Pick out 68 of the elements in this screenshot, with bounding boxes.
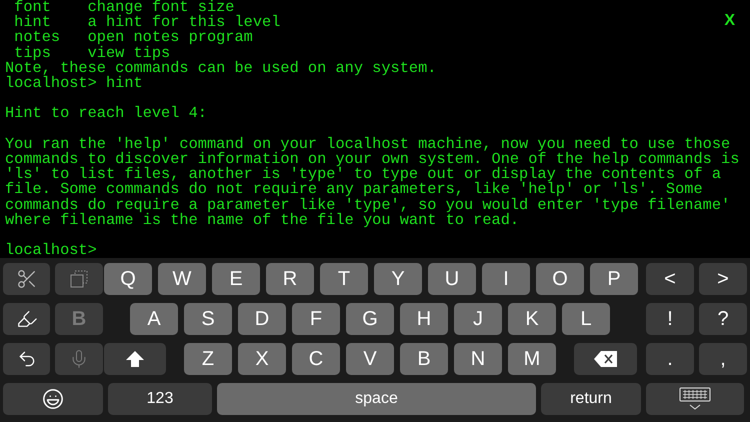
command-name: notes (13, 30, 62, 46)
command-description: change font size (88, 0, 234, 16)
letter-key[interactable]: Y (374, 263, 422, 295)
space-key[interactable]: space (217, 383, 536, 415)
command-description: view tips (88, 46, 170, 61)
letter-key[interactable]: I (482, 263, 530, 295)
terminal-line: localhost> hint (5, 76, 143, 92)
letter-key[interactable]: P (590, 263, 638, 295)
keyboard-key[interactable]: . (646, 343, 694, 375)
letter-key[interactable]: G (346, 303, 394, 335)
letter-key[interactable]: E (212, 263, 260, 295)
keyboard-key[interactable]: 123 (108, 383, 212, 415)
backspace-icon (594, 351, 618, 367)
cut-key[interactable] (3, 263, 50, 295)
letter-key[interactable]: R (266, 263, 314, 295)
letter-key[interactable]: X (238, 343, 286, 375)
letter-key[interactable]: J (454, 303, 502, 335)
terminal-line: file. Some commands do not require any parameters, like 'help' or 'ls'. Some (5, 182, 703, 198)
keyboard-key[interactable]: < (646, 263, 694, 295)
letter-key[interactable]: T (320, 263, 368, 295)
hide-keyboard-key[interactable] (646, 383, 744, 415)
command-name: hint (13, 15, 51, 30)
keyboard-key[interactable]: ? (699, 303, 747, 335)
command-description: a hint for this level (88, 15, 280, 30)
keyboard-key[interactable]: ! (646, 303, 694, 335)
letter-key[interactable]: Z (184, 343, 232, 375)
terminal-line: You ran the 'help' command on your localhost machine, now you need to use those (5, 136, 730, 152)
letter-key[interactable]: U (428, 263, 476, 295)
highlight-key[interactable] (3, 303, 50, 335)
keyboard-key[interactable]: , (699, 343, 747, 375)
delete-key[interactable] (574, 343, 637, 375)
terminal-line: Note, these commands can be used on any system. (5, 60, 436, 76)
letter-key[interactable]: O (536, 263, 584, 295)
letter-key[interactable]: N (454, 343, 502, 375)
terminal-line: Hint to reach level 4: (5, 106, 207, 122)
text-box-icon (69, 269, 89, 289)
command-name: tips (14, 46, 52, 61)
letter-key[interactable]: S (184, 303, 232, 335)
letter-key[interactable]: V (346, 343, 394, 375)
letter-key[interactable]: F (292, 303, 340, 335)
hide-keyboard-icon (679, 387, 711, 411)
shift-arrow-icon (125, 350, 145, 368)
letter-key[interactable]: W (158, 263, 206, 295)
undo-key[interactable] (3, 343, 50, 375)
emoji-key[interactable] (3, 383, 103, 415)
smiley-icon (42, 388, 64, 410)
keyboard-key[interactable]: return (541, 383, 641, 415)
letter-key[interactable]: K (508, 303, 556, 335)
command-description: open notes program (88, 30, 253, 46)
shift-key[interactable] (104, 343, 166, 375)
close-button[interactable]: X (724, 13, 735, 28)
terminal-line: commands to discover information on your own system. One of the help commands is (5, 152, 740, 168)
keyboard-key[interactable]: > (699, 263, 747, 295)
letter-key[interactable]: H (400, 303, 448, 335)
letter-key[interactable]: D (238, 303, 286, 335)
terminal-line: 'ls' to list files, another is 'type' to type out or display the contents of a (5, 167, 722, 182)
letter-key[interactable]: A (130, 303, 178, 335)
letter-key[interactable]: L (562, 303, 610, 335)
letter-key[interactable]: C (292, 343, 340, 375)
command-name: font (13, 0, 52, 16)
letter-key[interactable]: M (508, 343, 556, 375)
letter-key[interactable]: Q (104, 263, 152, 295)
scissors-icon (16, 268, 38, 290)
letter-key[interactable]: B (400, 343, 448, 375)
terminal-line: where filename is the name of the file you want to read. (5, 212, 520, 228)
terminal-line: localhost> (5, 243, 97, 258)
terminal-line: commands do require a parameter like 'type', so you would enter 'type filename' (5, 198, 730, 213)
highlighter-icon (16, 308, 38, 330)
